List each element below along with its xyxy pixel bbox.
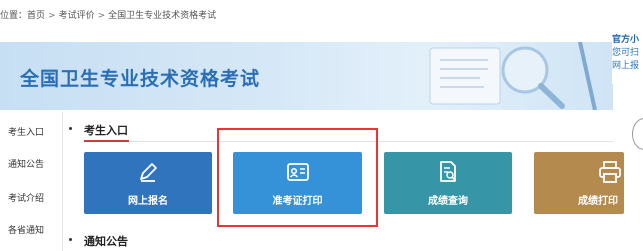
notice-line: 网上报: [612, 61, 640, 71]
section-title: 考生入口: [84, 124, 128, 137]
section-bullet: [69, 238, 72, 241]
breadcrumb-prefix: 位置：: [0, 11, 28, 21]
breadcrumb-separator: >: [97, 11, 106, 21]
pencil-icon: [140, 163, 157, 182]
tile-label: 成绩查询: [428, 196, 468, 207]
banner-illustration: [429, 42, 597, 110]
wechat-notice-panel: 官方小 您可扫 网上报: [612, 34, 643, 84]
breadcrumb-exam-eval-link[interactable]: 考试评价: [59, 8, 95, 21]
score-print-button[interactable]: 成绩打印: [534, 152, 624, 214]
notice-line: 官方小: [612, 35, 640, 45]
score-query-button[interactable]: 成绩查询: [384, 152, 512, 214]
document-search-icon: [440, 161, 456, 182]
tile-label: 成绩打印: [578, 196, 618, 207]
sidebar-item-notices[interactable]: 通知公告: [8, 157, 44, 170]
sidebar-item-candidate-entry[interactable]: 考生入口: [8, 125, 44, 138]
breadcrumb-home-link[interactable]: 首页: [27, 8, 45, 21]
highlight-box: [217, 128, 378, 227]
section-bullet: [69, 127, 72, 130]
notice-line: 您可扫: [612, 48, 640, 58]
online-registration-button[interactable]: 网上报名: [84, 152, 212, 214]
section-title-underline: [84, 140, 129, 142]
tile-label: 网上报名: [128, 196, 168, 207]
sidebar-divider: [62, 112, 63, 251]
breadcrumb-current: 全国卫生专业技术资格考试: [108, 11, 217, 21]
sidebar-item-exam-intro[interactable]: 考试介绍: [8, 191, 44, 204]
notice-section-title: 通知公告: [84, 235, 128, 248]
breadcrumb: 位置：首页 > 考试评价 > 全国卫生专业技术资格考试: [0, 8, 600, 26]
printer-icon: [599, 161, 621, 183]
breadcrumb-separator: >: [48, 11, 56, 21]
scroll-handle[interactable]: [632, 118, 643, 150]
banner-title: 全国卫生专业技术资格考试: [20, 68, 261, 90]
page-banner: 全国卫生专业技术资格考试: [0, 42, 613, 110]
sidebar-item-province-notices[interactable]: 各省通知: [8, 223, 44, 236]
